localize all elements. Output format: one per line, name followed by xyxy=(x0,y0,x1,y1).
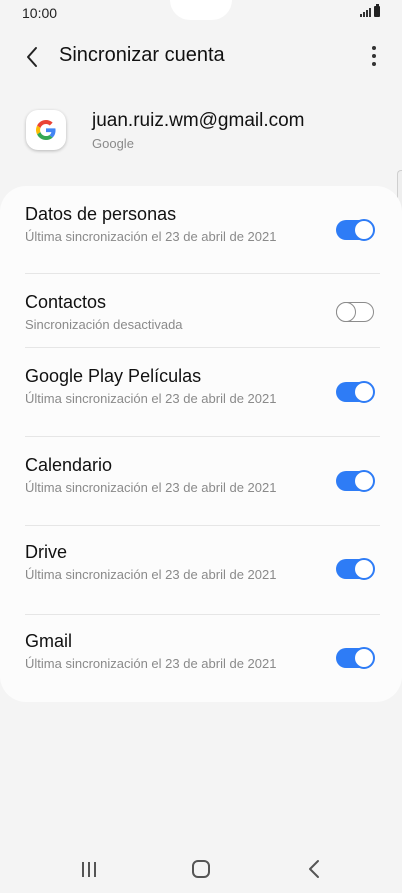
nav-back-icon[interactable] xyxy=(295,856,335,882)
google-g-icon xyxy=(26,110,66,150)
sync-list: Datos de personas Última sincronización … xyxy=(0,186,402,702)
sync-item-label: Contactos xyxy=(25,292,107,312)
battery-icon xyxy=(374,4,380,17)
sync-toggle[interactable] xyxy=(335,301,374,322)
sync-toggle[interactable] xyxy=(336,381,375,403)
sync-item-label: Gmail xyxy=(25,631,73,651)
sync-item-label: Drive xyxy=(25,542,68,562)
account-type: Google xyxy=(92,136,134,151)
sync-item-gmail[interactable]: Gmail Última sincronización el 23 de abr… xyxy=(0,615,402,702)
system-icons xyxy=(360,4,380,17)
back-arrow-icon[interactable] xyxy=(18,42,48,72)
sync-item-status: Última sincronización el 23 de abril de … xyxy=(25,656,277,671)
sync-item-status: Última sincronización el 23 de abril de … xyxy=(25,391,277,406)
sync-toggle[interactable] xyxy=(336,558,375,580)
sync-item-datos-de-personas[interactable]: Datos de personas Última sincronización … xyxy=(0,186,402,274)
sync-item-label: Datos de personas xyxy=(25,204,177,224)
home-icon[interactable] xyxy=(181,856,221,882)
signal-icon xyxy=(360,8,371,17)
sync-toggle[interactable] xyxy=(336,647,375,669)
sync-item-contactos[interactable]: Contactos Sincronización desactivada xyxy=(0,274,402,348)
app-header: Sincronizar cuenta xyxy=(0,36,402,76)
sync-toggle[interactable] xyxy=(336,470,375,492)
sync-toggle[interactable] xyxy=(336,219,375,241)
sync-item-google-play-peliculas[interactable]: Google Play Películas Última sincronizac… xyxy=(0,348,402,437)
recent-apps-icon[interactable] xyxy=(69,856,109,882)
sync-item-status: Sincronización desactivada xyxy=(25,317,183,332)
more-vert-icon[interactable] xyxy=(366,42,382,72)
account-email: juan.ruiz.wm@gmail.com xyxy=(92,110,305,131)
sync-item-label: Calendario xyxy=(25,455,113,475)
sync-item-status: Última sincronización el 23 de abril de … xyxy=(25,480,277,495)
navigation-bar xyxy=(0,846,402,893)
status-bar: 10:00 xyxy=(0,0,402,26)
sync-item-calendario[interactable]: Calendario Última sincronización el 23 d… xyxy=(0,437,402,526)
sync-item-drive[interactable]: Drive Última sincronización el 23 de abr… xyxy=(0,526,402,615)
sync-item-status: Última sincronización el 23 de abril de … xyxy=(25,229,277,244)
status-time: 10:00 xyxy=(22,5,58,21)
sync-item-status: Última sincronización el 23 de abril de … xyxy=(25,567,277,582)
sync-item-label: Google Play Películas xyxy=(25,366,202,386)
camera-notch xyxy=(170,0,232,20)
account-header: juan.ruiz.wm@gmail.com Google xyxy=(0,104,402,164)
page-title: Sincronizar cuenta xyxy=(59,44,225,66)
